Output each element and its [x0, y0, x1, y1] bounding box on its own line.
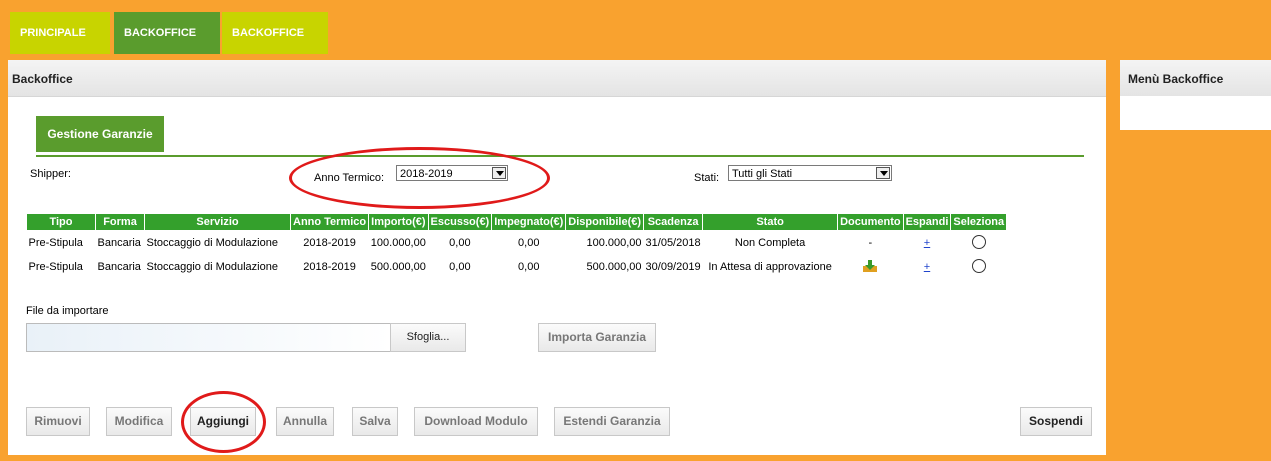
- column-header: Anno Termico: [289, 213, 370, 231]
- select-radio[interactable]: [971, 234, 986, 249]
- cell-anno: 2018-2019: [303, 261, 356, 273]
- cell-servizio: Stoccaggio di Modulazione: [146, 237, 278, 249]
- cell-anno: 2018-2019: [303, 237, 356, 249]
- main-panel-header: Backoffice: [8, 60, 1106, 97]
- stati-select[interactable]: Tutti gli Stati: [728, 165, 892, 181]
- select-radio[interactable]: [971, 258, 986, 273]
- rimuovi-button[interactable]: Rimuovi: [26, 407, 90, 436]
- table-row[interactable]: Pre-Stipula Bancaria Stoccaggio di Modul…: [27, 231, 1007, 256]
- table-row[interactable]: Pre-Stipula Bancaria Stoccaggio di Modul…: [27, 255, 1007, 279]
- column-header: Espandi: [902, 213, 952, 231]
- stati-value: Tutti gli Stati: [732, 168, 793, 180]
- cell-stato: In Attesa di approvazione: [708, 261, 832, 273]
- column-header: Impegnato(€): [491, 213, 567, 231]
- column-header: Importo(€): [368, 213, 429, 231]
- stati-label: Stati:: [694, 172, 720, 184]
- garanzie-table: Tipo Forma Servizio Anno Termico Importo…: [26, 213, 1008, 279]
- tab-principale[interactable]: PRINCIPALE: [10, 12, 110, 54]
- side-panel: Menù Backoffice: [1120, 60, 1271, 130]
- cell-documento: -: [868, 237, 873, 249]
- cell-disponibile: 100.000,00: [586, 237, 642, 249]
- cell-forma: Bancaria: [97, 261, 141, 273]
- top-navigation: PRINCIPALE BACKOFFICE BACKOFFICE: [0, 0, 1271, 60]
- expand-link[interactable]: +: [924, 237, 930, 249]
- cell-tipo: Pre-Stipula: [28, 261, 83, 273]
- page-title: Backoffice: [12, 72, 73, 86]
- side-panel-title: Menù Backoffice: [1128, 72, 1224, 86]
- annotation-circle-anno: [289, 147, 550, 209]
- file-path-input[interactable]: [26, 323, 392, 352]
- cell-importo: 500.000,00: [370, 261, 426, 273]
- cell-impegnato: 0,00: [518, 237, 540, 249]
- chevron-down-icon[interactable]: [876, 167, 890, 179]
- modifica-button[interactable]: Modifica: [106, 407, 172, 436]
- expand-link[interactable]: +: [924, 261, 930, 273]
- column-header: Seleziona: [950, 213, 1008, 231]
- column-header: Escusso(€): [427, 213, 493, 231]
- shipper-label: Shipper:: [30, 168, 71, 180]
- cell-importo: 100.000,00: [370, 237, 426, 249]
- annotation-circle-aggiungi: [181, 391, 266, 453]
- import-garanzia-button[interactable]: Importa Garanzia: [538, 323, 656, 352]
- estendi-garanzia-button[interactable]: Estendi Garanzia: [554, 407, 670, 436]
- cell-scadenza: 30/09/2019: [645, 261, 701, 273]
- download-document-icon[interactable]: [863, 259, 878, 272]
- main-panel: Backoffice Gestione Garanzie Shipper: An…: [8, 60, 1106, 455]
- cell-disponibile: 500.000,00: [586, 261, 642, 273]
- column-header: Scadenza: [643, 213, 704, 231]
- cell-servizio: Stoccaggio di Modulazione: [146, 261, 278, 273]
- cell-forma: Bancaria: [97, 237, 141, 249]
- tab-backoffice-active[interactable]: BACKOFFICE: [114, 12, 220, 54]
- cell-scadenza: 31/05/2018: [645, 237, 701, 249]
- cell-escusso: 0,00: [449, 261, 471, 273]
- sospendi-button[interactable]: Sospendi: [1020, 407, 1092, 436]
- browse-button[interactable]: Sfoglia...: [390, 323, 466, 352]
- section-divider: [36, 155, 1084, 157]
- cell-stato: Non Completa: [734, 237, 806, 249]
- cell-escusso: 0,00: [449, 237, 471, 249]
- table-header-row: Tipo Forma Servizio Anno Termico Importo…: [26, 213, 1008, 231]
- cell-impegnato: 0,00: [518, 261, 540, 273]
- column-header: Documento: [837, 213, 904, 231]
- column-header: Stato: [702, 213, 839, 231]
- column-header: Tipo: [26, 213, 96, 231]
- annulla-button[interactable]: Annulla: [276, 407, 334, 436]
- tab-gestione-garanzie[interactable]: Gestione Garanzie: [36, 116, 164, 152]
- column-header: Disponibile(€): [565, 213, 645, 231]
- salva-button[interactable]: Salva: [352, 407, 398, 436]
- column-header: Servizio: [144, 213, 291, 231]
- column-header: Forma: [95, 213, 145, 231]
- side-panel-header: Menù Backoffice: [1120, 60, 1271, 96]
- cell-tipo: Pre-Stipula: [28, 237, 83, 249]
- download-modulo-button[interactable]: Download Modulo: [414, 407, 538, 436]
- tab-backoffice[interactable]: BACKOFFICE: [222, 12, 328, 54]
- file-import-label: File da importare: [26, 305, 109, 317]
